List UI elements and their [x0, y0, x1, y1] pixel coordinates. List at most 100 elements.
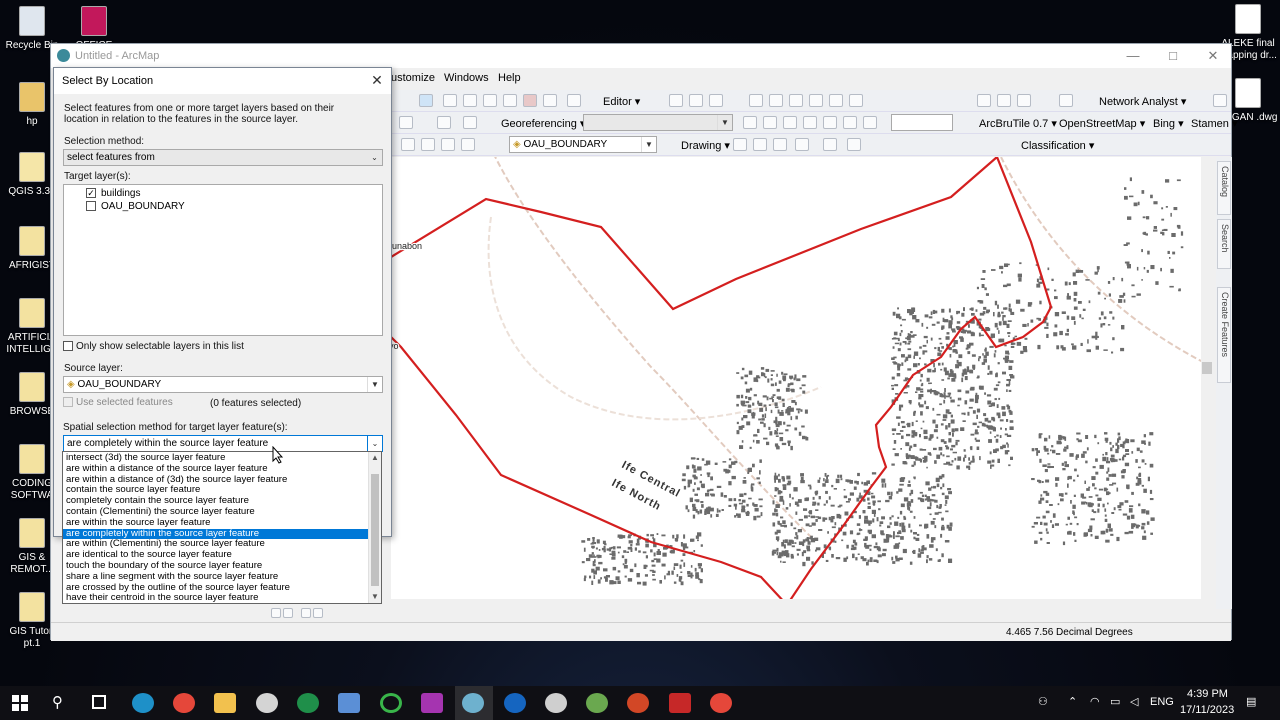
ce-app-icon[interactable]: [421, 693, 443, 713]
search-icon[interactable]: ⚲: [52, 693, 63, 711]
openstreetmap-menu[interactable]: OpenStreetMap ▾: [1059, 117, 1145, 130]
spatial-method-dropdown-list[interactable]: intersect (3d) the source layer feature a…: [62, 451, 382, 604]
georef-tool-5-icon[interactable]: [823, 116, 837, 129]
network-analyst-menu[interactable]: Network Analyst ▾: [1099, 95, 1186, 108]
notification-icon[interactable]: ▤: [1246, 695, 1256, 708]
dropdown-scrollbar[interactable]: ▲ ▼: [368, 452, 381, 603]
paint-app-icon[interactable]: [256, 693, 278, 713]
select-elements-button[interactable]: [419, 94, 433, 107]
network-analyst-window-icon[interactable]: [1213, 94, 1227, 107]
language-indicator[interactable]: ENG: [1150, 696, 1174, 708]
refresh-view-button[interactable]: [301, 608, 311, 618]
selection-method-select[interactable]: select features from ⌄: [63, 149, 383, 166]
split-tool-icon[interactable]: [769, 94, 783, 107]
battery-icon[interactable]: ▭: [1110, 695, 1120, 708]
spatial-method-option[interactable]: are within a distance of the source laye…: [63, 463, 381, 475]
layout-icon[interactable]: [399, 116, 413, 129]
menu-help[interactable]: Help: [498, 72, 521, 84]
straight-segment-icon[interactable]: [709, 94, 723, 107]
callout-icon[interactable]: [847, 138, 861, 151]
edge-app-icon[interactable]: [132, 693, 154, 713]
layer-combo[interactable]: ◈ OAU_BOUNDARY ▼: [509, 136, 657, 153]
dock-tab-catalog[interactable]: Catalog: [1217, 161, 1231, 215]
sketch-properties-icon[interactable]: [829, 94, 843, 107]
volume-icon[interactable]: ◁: [1130, 695, 1138, 708]
table-icon[interactable]: [443, 94, 457, 107]
dock-tab-create-features[interactable]: Create Features: [1217, 287, 1231, 383]
checkbox-unchecked[interactable]: [86, 201, 96, 212]
app-blue-icon[interactable]: [504, 693, 526, 713]
stamen-menu[interactable]: Stamen ▾: [1191, 117, 1238, 130]
chevron-down-icon[interactable]: ▼: [369, 591, 381, 603]
toc-icon[interactable]: [503, 94, 517, 107]
chevron-up-icon[interactable]: ⌃: [1068, 695, 1077, 708]
model-builder-icon[interactable]: [567, 94, 581, 107]
minimize-button[interactable]: —: [1113, 44, 1153, 68]
georef-tool-2-icon[interactable]: [763, 116, 777, 129]
undo-icon[interactable]: [1059, 94, 1073, 107]
source-layer-select[interactable]: ◈ OAU_BOUNDARY ▼: [63, 376, 383, 393]
people-icon[interactable]: ⚇: [1038, 695, 1048, 708]
windows-start-icon[interactable]: [12, 695, 28, 711]
dock-tab-search[interactable]: Search: [1217, 219, 1231, 269]
chrome-app-icon[interactable]: [173, 693, 195, 713]
close-icon[interactable]: ✕: [369, 72, 385, 88]
layout-view-button[interactable]: [283, 608, 293, 618]
editor-menu[interactable]: Editor ▾: [603, 95, 640, 108]
excel-app-icon[interactable]: [297, 693, 319, 713]
drawing-menu[interactable]: Drawing ▾: [681, 139, 730, 152]
text-icon[interactable]: [823, 138, 837, 151]
menu-customize[interactable]: ustomize: [391, 72, 435, 84]
refresh-icon[interactable]: [437, 116, 451, 129]
map-view[interactable]: Ifunabon yo Ife Central Ife North: [391, 157, 1213, 609]
georef-tool-7-icon[interactable]: [863, 116, 877, 129]
create-features-icon[interactable]: [849, 94, 863, 107]
menu-windows[interactable]: Windows: [444, 72, 489, 84]
python-icon[interactable]: [543, 94, 557, 107]
clock-date[interactable]: 17/11/2023: [1180, 704, 1234, 716]
close-button[interactable]: ✕: [1193, 44, 1233, 68]
scrollbar-thumb[interactable]: [371, 474, 379, 586]
chevron-up-icon[interactable]: ▲: [369, 452, 381, 464]
use-selected-option[interactable]: Use selected features: [63, 397, 173, 408]
chrome-alt-app-icon[interactable]: [710, 693, 732, 713]
map-vertical-scrollbar[interactable]: [1201, 157, 1213, 609]
zoom-whole-icon[interactable]: [773, 138, 787, 151]
edit-tool-icon[interactable]: [669, 94, 683, 107]
network-tool-3-icon[interactable]: [1017, 94, 1031, 107]
go-to-xy-icon[interactable]: [461, 138, 475, 151]
arc-segment-icon[interactable]: [749, 94, 763, 107]
rotate-icon[interactable]: [753, 138, 767, 151]
georef-transform-input[interactable]: [891, 114, 953, 131]
attributes-icon[interactable]: [809, 94, 823, 107]
app-grey-icon[interactable]: [545, 693, 567, 713]
georef-tool-3-icon[interactable]: [783, 116, 797, 129]
recorder-app-icon[interactable]: [669, 693, 691, 713]
data-view-button[interactable]: [271, 608, 281, 618]
checkbox-checked[interactable]: ✓: [86, 188, 96, 199]
checkbox-disabled[interactable]: [63, 397, 73, 408]
scrollbar-thumb[interactable]: [1202, 362, 1212, 374]
task-view-icon[interactable]: [92, 695, 106, 709]
spatial-method-option[interactable]: are within the source layer feature: [63, 517, 381, 529]
measure-icon[interactable]: [421, 138, 435, 151]
target-layer-buildings[interactable]: ✓ buildings: [86, 188, 140, 199]
network-tool-2-icon[interactable]: [997, 94, 1011, 107]
arctoolbox-icon[interactable]: [523, 94, 537, 107]
select-pointer-icon[interactable]: [733, 138, 747, 151]
identify-icon[interactable]: [401, 138, 415, 151]
georef-tool-6-icon[interactable]: [843, 116, 857, 129]
target-layer-oau-boundary[interactable]: OAU_BOUNDARY: [86, 201, 185, 212]
georef-add-icon[interactable]: [463, 116, 477, 129]
circle-app-icon[interactable]: [380, 693, 402, 713]
georef-tool-4-icon[interactable]: [803, 116, 817, 129]
wifi-icon[interactable]: ◠: [1090, 695, 1100, 708]
clock-time[interactable]: 4:39 PM: [1187, 688, 1228, 700]
rectangle-icon[interactable]: [795, 138, 809, 151]
classification-menu[interactable]: Classification ▾: [1021, 139, 1094, 152]
spatial-method-option[interactable]: share a line segment with the source lay…: [63, 571, 381, 583]
arcbrutile-menu[interactable]: ArcBruTile 0.7 ▾: [979, 117, 1057, 130]
georef-layer-combo[interactable]: ▼: [583, 114, 733, 131]
sketch-tool-icon[interactable]: [689, 94, 703, 107]
spatial-method-option[interactable]: have their centroid in the source layer …: [63, 593, 381, 604]
